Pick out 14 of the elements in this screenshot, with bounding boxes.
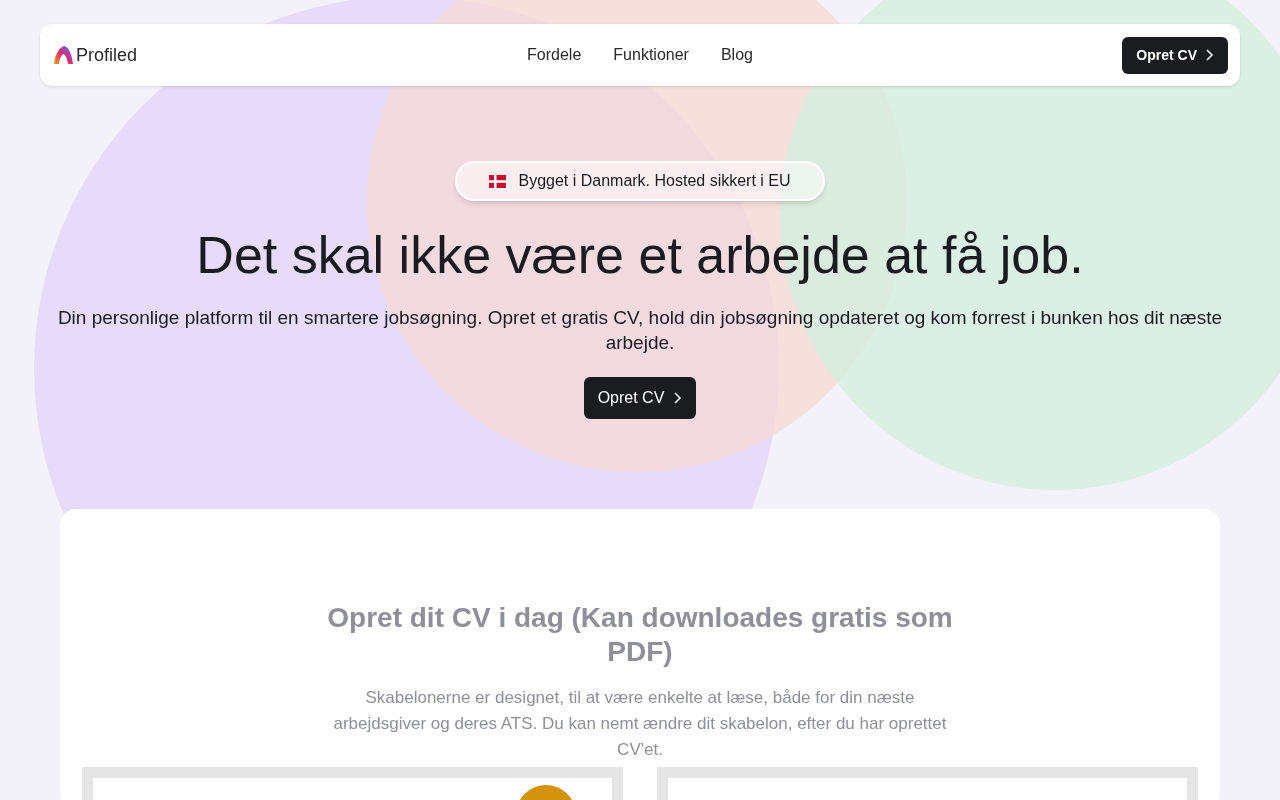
section-title: Opret dit CV i dag (Kan downloades gratis som PDF) <box>326 601 954 669</box>
create-cv-button[interactable]: Opret CV <box>583 377 697 419</box>
logo-icon <box>52 44 74 66</box>
hero-title: Det skal ikke være et arbejde at få job. <box>196 225 1084 286</box>
section-text: Skabelonerne er designet, til at være enkelte at læse, både for din næste arbejdsgiver og deres ATS. Du kan nemt ændre dit skabelon, efter du har oprettet CV'et. <box>332 687 948 761</box>
brand-name: Profiled <box>76 43 138 67</box>
nav-link[interactable]: Fordele <box>527 43 582 67</box>
nav-link[interactable]: Funktioner <box>613 43 689 67</box>
badge-text: Bygget i Danmark. Hosted sikkert i EU <box>518 171 791 191</box>
nav-link[interactable]: Blog <box>720 43 753 67</box>
create-cv-button[interactable]: Opret CV <box>1122 36 1228 74</box>
chevron-right-icon <box>672 392 683 404</box>
chevron-right-icon <box>1204 49 1214 61</box>
hero-subtitle: Din personlige platform til en smartere jobsøgning. Opret et gratis CV, hold din jobsøgning opdateret og kom forrest i bunken hos dit næste arbejde. <box>56 306 1224 355</box>
